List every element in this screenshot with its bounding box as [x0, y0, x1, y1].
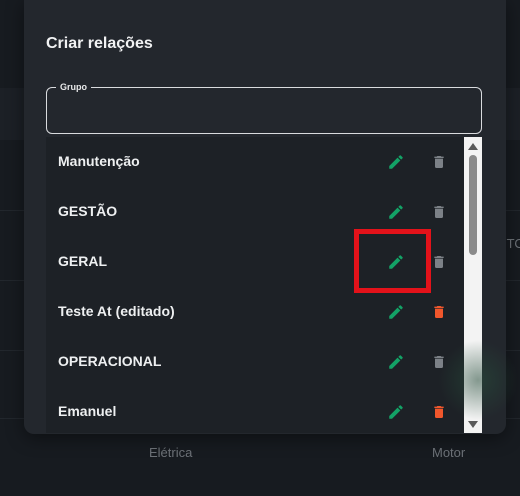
- trash-icon[interactable]: [427, 300, 451, 324]
- trash-icon[interactable]: [427, 150, 451, 174]
- scroll-thumb[interactable]: [469, 155, 477, 255]
- group-name: GERAL: [58, 253, 107, 269]
- trash-icon[interactable]: [427, 200, 451, 224]
- highlight-box: [354, 229, 431, 293]
- pencil-icon[interactable]: [384, 150, 408, 174]
- create-relations-dialog: Criar relações Grupo Emanuel OPERACIONAL T…: [24, 0, 518, 434]
- pencil-icon[interactable]: [384, 300, 408, 324]
- group-list-item[interactable]: OPERACIONAL: [46, 337, 464, 387]
- pencil-icon[interactable]: [384, 200, 408, 224]
- pencil-icon[interactable]: [384, 400, 408, 424]
- group-name: Manutenção: [58, 153, 140, 169]
- group-field-label: Grupo: [56, 81, 91, 93]
- group-name: Emanuel: [58, 403, 117, 419]
- group-field[interactable]: Grupo: [46, 81, 482, 134]
- group-list-item[interactable]: Emanuel: [46, 387, 464, 433]
- triangle-down-icon[interactable]: [467, 419, 479, 429]
- triangle-up-icon[interactable]: [467, 141, 479, 151]
- background-glow: [438, 340, 518, 420]
- background-col-eletrica: Elétrica: [149, 445, 193, 460]
- group-name: GESTÃO: [58, 203, 118, 219]
- background-col-motor: Motor: [432, 445, 466, 460]
- group-input[interactable]: [57, 100, 467, 122]
- group-list-item[interactable]: Manutenção: [46, 137, 464, 187]
- group-name: Teste At (editado): [58, 303, 175, 319]
- group-name: OPERACIONAL: [58, 353, 162, 369]
- dialog-title: Criar relações: [46, 35, 153, 52]
- group-list-item[interactable]: Teste At (editado): [46, 287, 464, 337]
- pencil-icon[interactable]: [384, 350, 408, 374]
